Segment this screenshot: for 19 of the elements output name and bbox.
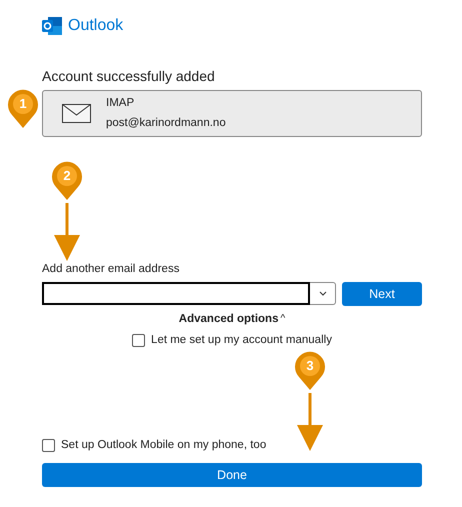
checkbox[interactable] [42,438,55,452]
heading: Account successfully added [42,67,216,86]
done-button[interactable]: Done [42,463,422,487]
checkbox-label: Let me set up my account manually [151,332,332,348]
app-title: Outlook [68,16,124,36]
step-marker: 3 [294,350,326,390]
advanced-options-toggle[interactable]: Advanced options ^ [178,311,286,328]
account-type: IMAP [106,96,136,112]
outlook-logo-icon [42,17,62,35]
envelope-icon [62,104,91,123]
step-marker: 1 [7,88,39,128]
step-marker: 2 [51,160,83,200]
account-email: post@karinordmann.no [106,116,226,130]
checkbox-label: Set up Outlook Mobile on my phone, too [61,438,266,453]
email-combobox[interactable] [42,282,336,306]
chevron-down-icon [318,291,326,296]
next-button[interactable]: Next [342,282,422,306]
field-label: Add another email address [42,262,180,277]
checkbox[interactable] [132,334,146,347]
